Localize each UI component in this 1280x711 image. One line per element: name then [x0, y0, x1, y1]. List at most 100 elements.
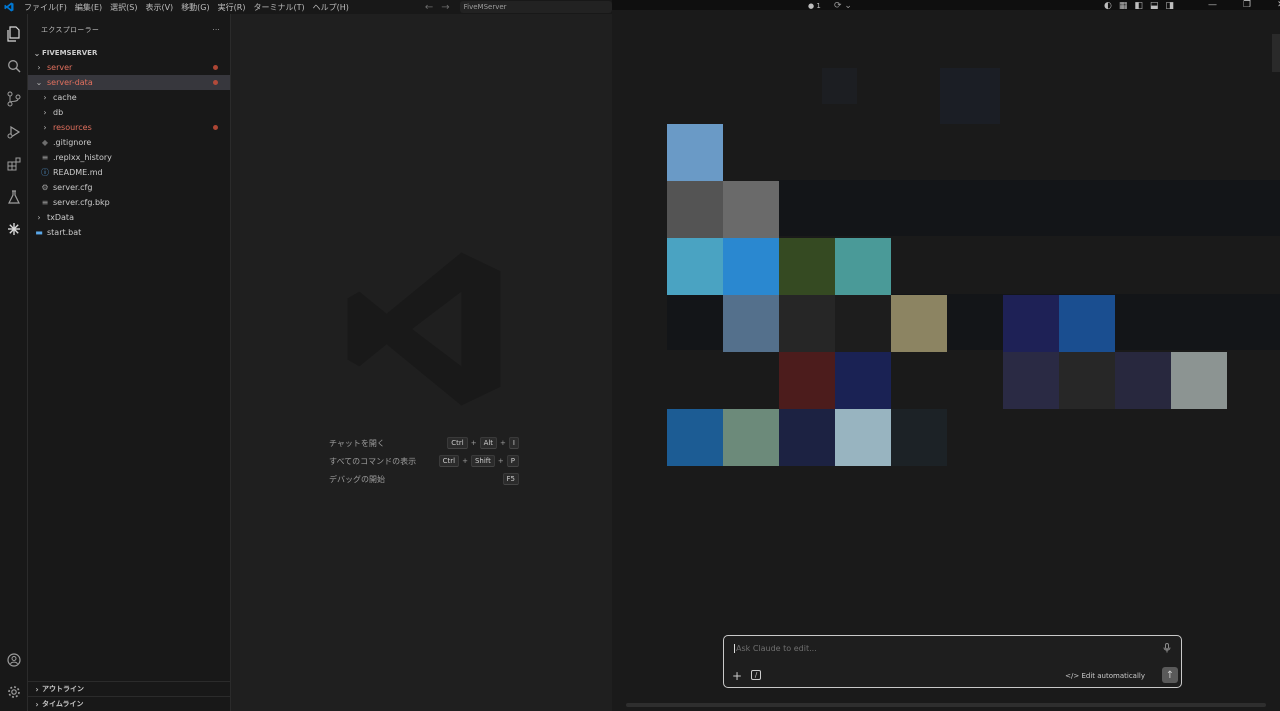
badge-count: 1: [816, 2, 821, 10]
tree-item-label: cache: [53, 93, 77, 102]
horizontal-scrollbar[interactable]: [626, 703, 1266, 707]
menu-edit[interactable]: 編集(E): [75, 2, 102, 13]
menu-go[interactable]: 移動(G): [181, 2, 209, 13]
color-tile: [723, 181, 779, 238]
chevron-right-icon: ›: [35, 699, 39, 709]
shortcut-hints: チャットを開く Ctrl + Alt + I すべてのコマンドの表示 Ctrl + Shift + P…: [329, 434, 519, 488]
activity-bar: [0, 14, 28, 711]
color-tile: [1003, 352, 1059, 409]
search-icon[interactable]: [4, 56, 24, 76]
vscode-watermark-icon: [339, 244, 509, 418]
tree-item[interactable]: › db: [28, 105, 230, 120]
key-cap: P: [506, 455, 519, 467]
info-file-icon: ⓘ: [41, 168, 49, 177]
chat-input[interactable]: Ask Claude to edit...: [734, 644, 817, 653]
claude-icon[interactable]: [4, 219, 24, 239]
testing-icon[interactable]: [4, 187, 24, 207]
timeline-label: タイムライン: [42, 700, 84, 708]
tree-item[interactable]: ▬ start.bat: [28, 225, 230, 240]
key-cap: Ctrl: [447, 437, 468, 449]
modified-dot-icon: [213, 65, 218, 70]
tree-item-label: server: [47, 63, 73, 72]
dim-tile: [940, 68, 1000, 124]
batch-file-icon: ▬: [35, 228, 43, 237]
outline-section[interactable]: › アウトライン: [28, 681, 230, 696]
tree-item-label: server.cfg.bkp: [53, 198, 110, 207]
outline-label: アウトライン: [42, 685, 84, 693]
chevron-right-icon: ›: [35, 684, 39, 694]
workspace-root[interactable]: ⌄ FIVEMSERVER: [28, 46, 230, 60]
shortcut-label: チャットを開く: [329, 438, 385, 448]
color-tile: [891, 409, 947, 466]
key-cap: I: [508, 437, 519, 449]
tree-item-label: README.md: [53, 168, 103, 177]
restore-icon[interactable]: ❐: [1243, 0, 1251, 10]
notification-badge[interactable]: ● 1: [808, 2, 821, 10]
menu-help[interactable]: ヘルプ(H): [313, 2, 349, 13]
color-tile: [835, 352, 891, 409]
vertical-scrollbar[interactable]: [1272, 34, 1280, 72]
git-file-icon: ◆: [41, 138, 49, 147]
key-cap: Ctrl: [438, 455, 460, 467]
text-file-icon: ≡: [41, 153, 49, 162]
back-arrow-icon[interactable]: ←: [425, 2, 433, 13]
tree-item[interactable]: ≡ server.cfg.bkp: [28, 195, 230, 210]
vscode-logo-icon: [2, 0, 16, 14]
color-tile: [1171, 352, 1227, 409]
window-controls: — ❐ ✕: [1208, 0, 1280, 10]
account-icon[interactable]: [4, 650, 24, 670]
modified-dot-icon: [213, 125, 218, 130]
file-tree: › server ⌄ server-data › cache › db › resources ◆.…: [28, 60, 230, 240]
tree-item-label: .replxx_history: [53, 153, 112, 162]
tree-item[interactable]: ◆ .gitignore: [28, 135, 230, 150]
code-icon: </>: [1065, 672, 1080, 680]
color-tile: [667, 238, 723, 295]
more-actions-icon[interactable]: ···: [212, 26, 220, 34]
extensions-icon[interactable]: [4, 154, 24, 174]
source-control-icon[interactable]: [4, 89, 24, 109]
forward-arrow-icon[interactable]: →: [441, 2, 449, 13]
nav-arrows: ← →: [425, 2, 450, 13]
tree-item-label: db: [53, 108, 64, 117]
command-center-search[interactable]: FiveMServer: [459, 1, 612, 13]
shortcut-label: デバッグの開始: [329, 474, 385, 484]
explorer-icon[interactable]: [4, 24, 24, 44]
color-tile: [779, 238, 835, 295]
microphone-icon[interactable]: [1163, 643, 1171, 656]
edit-mode-selector[interactable]: </> Edit automatically: [1065, 672, 1145, 680]
tree-item[interactable]: ⌄ server-data: [28, 75, 230, 90]
keybinding: Ctrl + Shift + P: [438, 455, 519, 467]
workspace-root-label: FIVEMSERVER: [42, 49, 98, 57]
tree-item-label: server-data: [47, 78, 93, 87]
color-tile: [667, 181, 723, 238]
menu-terminal[interactable]: ターミナル(T): [253, 2, 304, 13]
key-separator: +: [462, 457, 468, 465]
key-separator: +: [470, 439, 477, 447]
timeline-section[interactable]: › タイムライン: [28, 696, 230, 711]
slash-command-button[interactable]: /: [751, 670, 761, 680]
menu-view[interactable]: 表示(V): [145, 2, 173, 13]
color-tile: [835, 409, 891, 466]
chevron-right-icon: ›: [43, 108, 47, 117]
color-tile: [667, 409, 723, 466]
tree-item[interactable]: › txData: [28, 210, 230, 225]
tree-item[interactable]: ⓘ README.md: [28, 165, 230, 180]
run-debug-icon[interactable]: [4, 122, 24, 142]
tree-item[interactable]: ≡ .replxx_history: [28, 150, 230, 165]
tree-item[interactable]: › cache: [28, 90, 230, 105]
tree-item[interactable]: › resources: [28, 120, 230, 135]
menu-run[interactable]: 実行(R): [218, 2, 246, 13]
tree-item[interactable]: › server: [28, 60, 230, 75]
color-tile: [835, 238, 891, 295]
color-tile: [891, 295, 947, 352]
tree-item[interactable]: ⚙ server.cfg: [28, 180, 230, 195]
menu-selection[interactable]: 選択(S): [110, 2, 137, 13]
minimize-icon[interactable]: —: [1208, 0, 1217, 10]
settings-gear-icon[interactable]: [4, 682, 24, 702]
shortcut-row: デバッグの開始 F5: [329, 470, 519, 488]
send-button[interactable]: ↑: [1162, 667, 1178, 683]
menu-file[interactable]: ファイル(F): [24, 2, 67, 13]
dark-band: [778, 180, 1280, 236]
edit-mode-label: Edit automatically: [1081, 672, 1145, 680]
add-attachment-button[interactable]: +: [732, 669, 742, 683]
